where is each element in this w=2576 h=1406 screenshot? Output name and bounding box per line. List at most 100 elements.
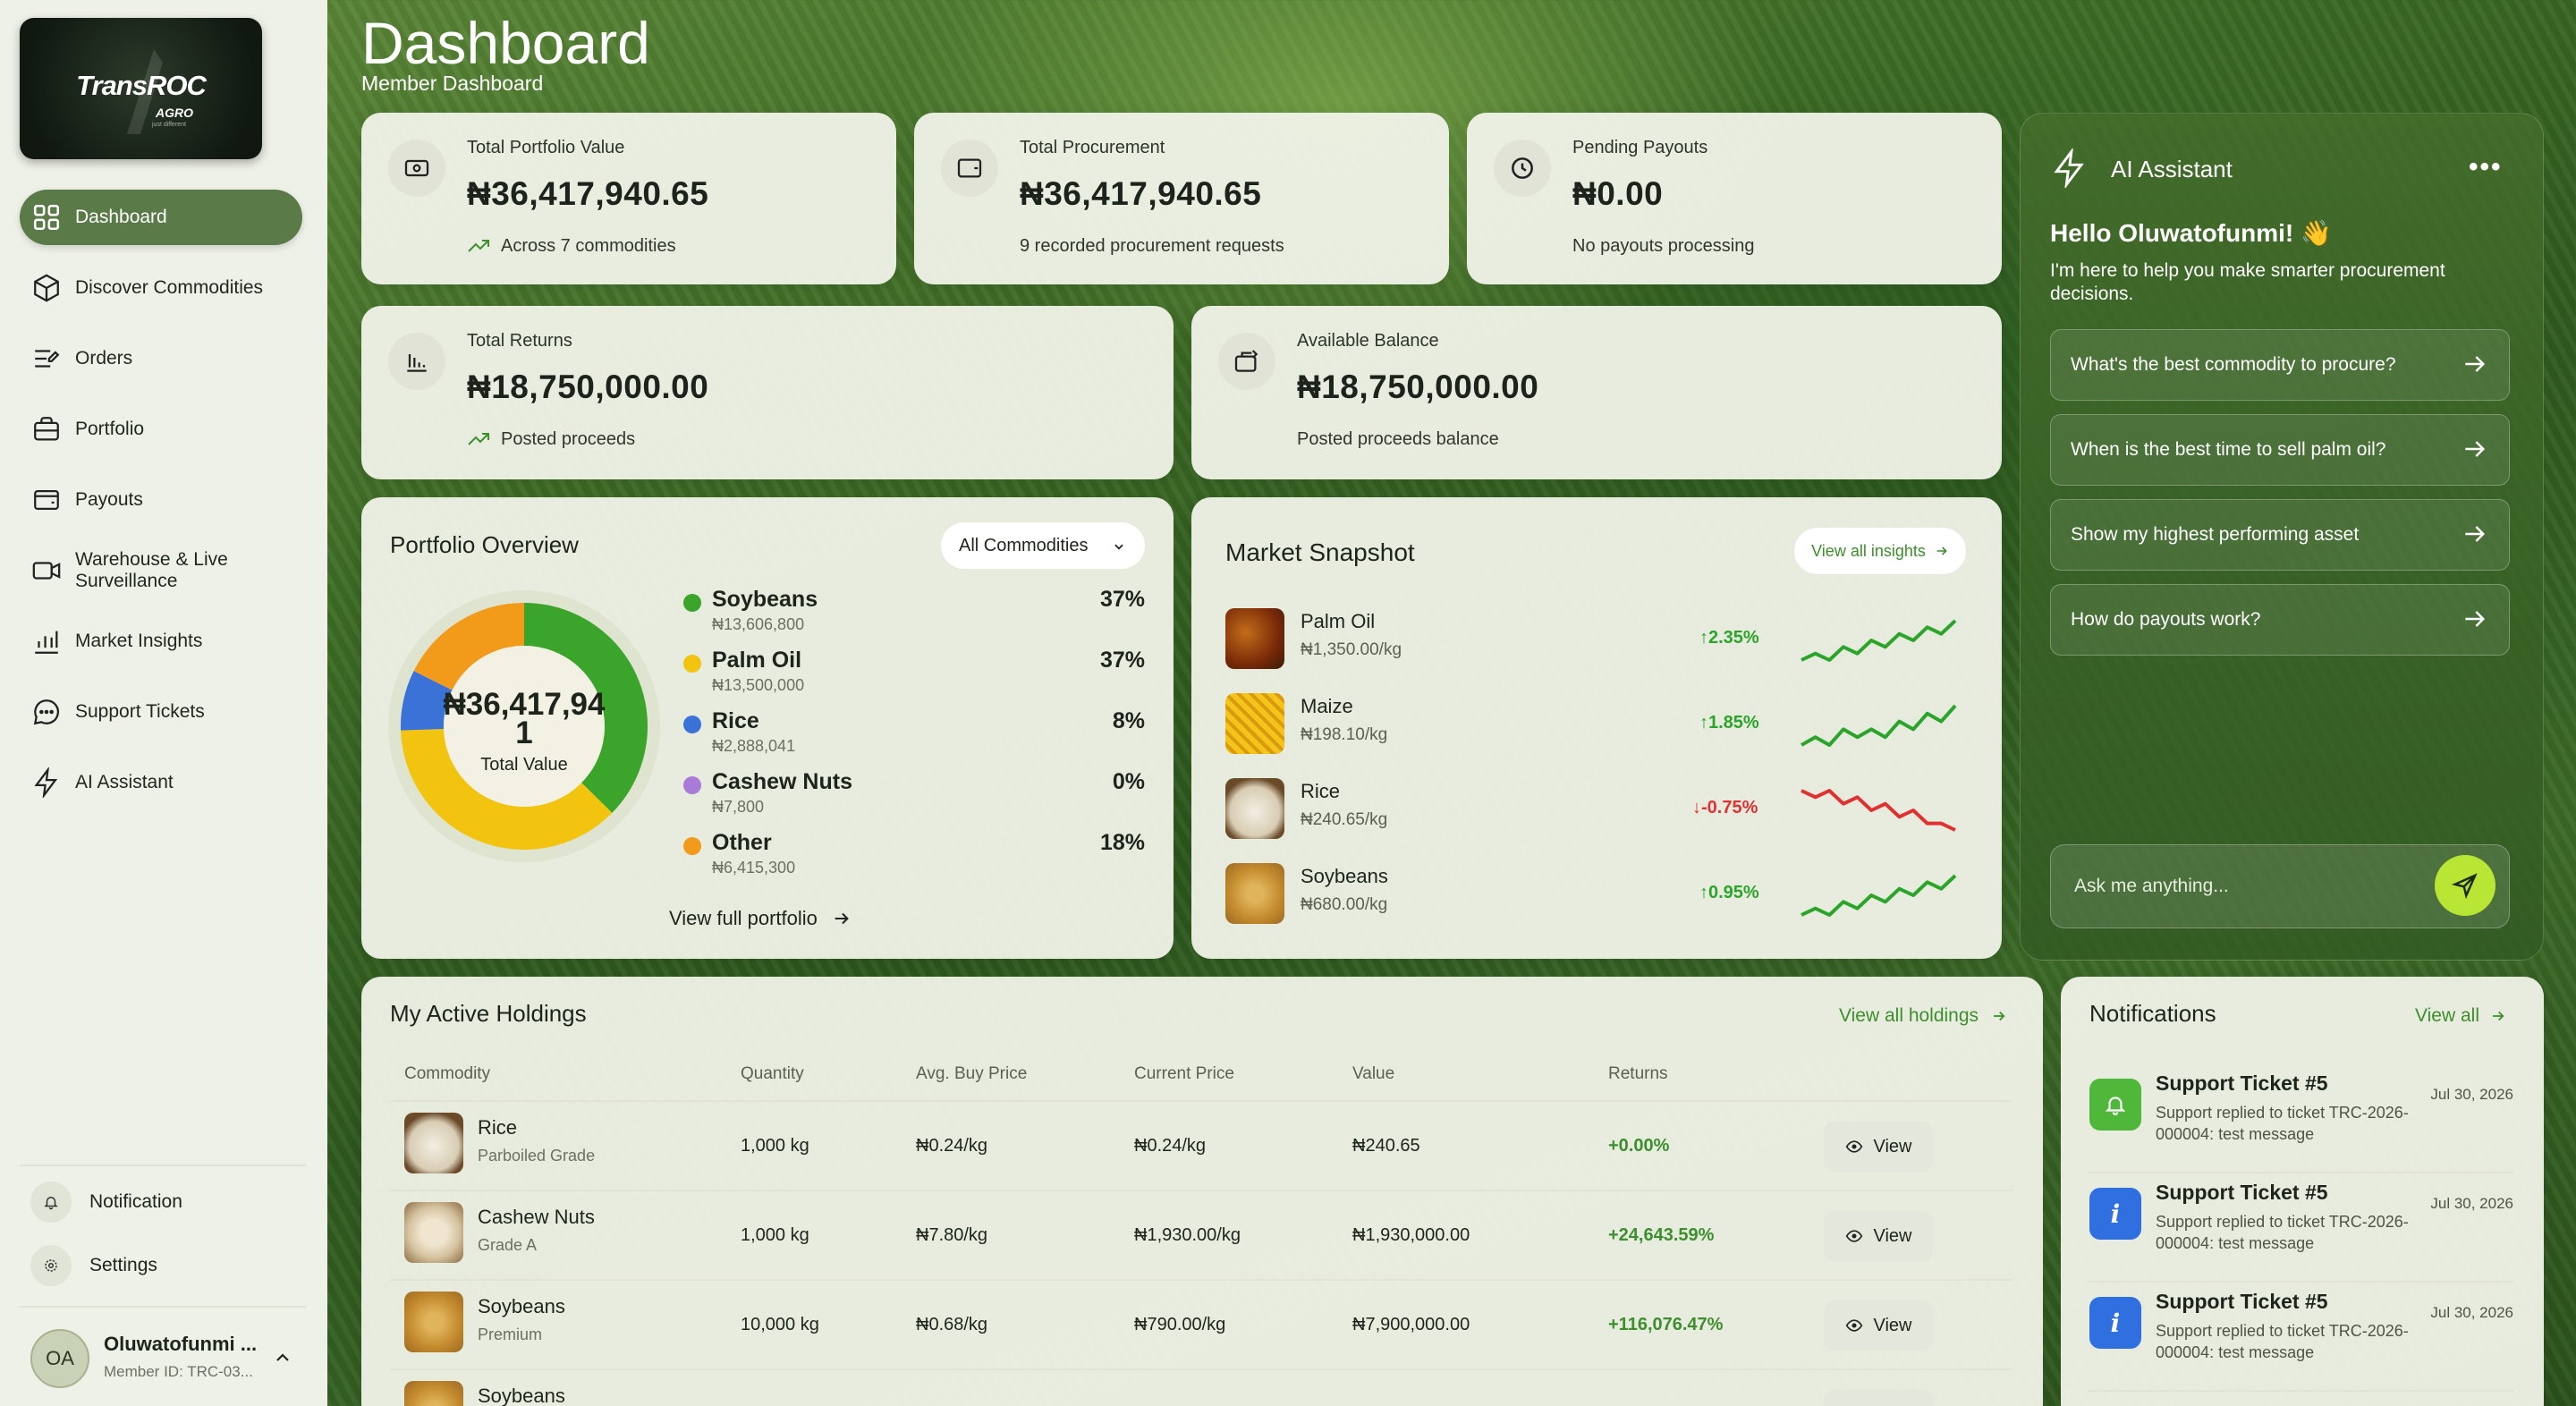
notification-item[interactable]: i Support Ticket #5 Support replied to t… (2088, 1283, 2513, 1392)
sparkline-path (1801, 619, 1957, 662)
view-all-insights-button[interactable]: View all insights (1794, 528, 1966, 574)
market-change-value: -0.75% (1701, 798, 1758, 817)
sidebar-item-label: Dashboard (75, 207, 167, 227)
soybeans-thumbnail (404, 1292, 463, 1352)
cashew-thumbnail (404, 1202, 463, 1263)
notification-title: Support Ticket #5 (2156, 1181, 2328, 1204)
ai-suggestion-button[interactable]: Show my highest performing asset (2050, 499, 2510, 571)
market-price: ₦1,350.00/kg (1301, 640, 1402, 659)
legend-name: Other (712, 830, 772, 855)
lightning-icon (2054, 148, 2084, 188)
commodity-filter-dropdown[interactable]: All Commodities (941, 522, 1145, 569)
table-row: Cashew Nuts Grade A 1,000 kg ₦7.80/kg ₦1… (390, 1190, 2012, 1279)
stat-note: Posted proceeds balance (1297, 429, 1499, 449)
logo-sub: AGRO (156, 106, 193, 120)
button-label: View (1873, 1225, 1912, 1246)
avatar[interactable]: OA (30, 1329, 89, 1388)
market-row[interactable]: Maize ₦198.10/kg ↑1.85% (1225, 693, 1968, 758)
notification-item[interactable]: Support Ticket #5 Support replied to tic… (2088, 1064, 2513, 1173)
sidebar-item-portfolio[interactable]: Portfolio (20, 402, 302, 457)
donut-center-value: ₦36,417,941 (443, 687, 606, 750)
ai-title: AI Assistant (2111, 156, 2233, 182)
legend-dot (683, 594, 701, 612)
market-name: Palm Oil (1301, 610, 1376, 632)
sidebar-item-orders[interactable]: Orders (20, 331, 302, 386)
view-button[interactable]: View (1824, 1300, 1933, 1351)
sidebar-item-ai-assistant[interactable]: AI Assistant (20, 755, 302, 810)
notification-item[interactable]: i Support Ticket #5 Support replied to t… (2088, 1173, 2513, 1283)
user-name: Oluwatofunmi ... (104, 1333, 258, 1355)
sparkline (1801, 619, 1957, 662)
view-button[interactable]: View (1824, 1122, 1933, 1172)
box-icon (29, 270, 64, 306)
market-change: ↓-0.75% (1692, 798, 1758, 818)
stat-label: Total Returns (467, 331, 572, 351)
stat-label: Total Portfolio Value (467, 138, 625, 157)
legend-dot (683, 716, 701, 733)
legend-item: Soybeans ₦13,606,800 37% (682, 587, 1145, 642)
clock-icon (1494, 140, 1551, 197)
ai-greeting: Hello Oluwatofunmi! 👋 (2050, 219, 2332, 247)
brand-logo[interactable]: TransROC AGRO just different (20, 18, 262, 159)
market-row[interactable]: Rice ₦240.65/kg ↓-0.75% (1225, 778, 1968, 843)
view-full-portfolio-link[interactable]: View full portfolio (669, 907, 852, 930)
wallet-refresh-icon (1218, 333, 1275, 390)
more-options-icon[interactable]: ••• (2469, 152, 2503, 182)
stat-label: Pending Payouts (1572, 138, 1708, 157)
holding-name: Soybeans (478, 1385, 565, 1406)
dropdown-value: All Commodities (959, 535, 1089, 555)
ai-suggestion-button[interactable]: How do payouts work? (2050, 584, 2510, 656)
legend-value: ₦13,606,800 (712, 615, 805, 633)
ai-suggestion-button[interactable]: What's the best commodity to procure? (2050, 329, 2510, 401)
sidebar: TransROC AGRO just different Dashboard D… (0, 0, 327, 1406)
info-icon: i (2089, 1188, 2141, 1240)
holding-name: Soybeans (478, 1295, 565, 1317)
chevron-up-icon[interactable] (272, 1347, 293, 1368)
suggestion-label: How do payouts work? (2071, 609, 2261, 630)
view-button[interactable] (1824, 1390, 1933, 1406)
market-change: ↑0.95% (1699, 883, 1759, 903)
sidebar-item-payouts[interactable]: Payouts (20, 472, 302, 528)
sidebar-item-settings[interactable]: Settings (30, 1243, 157, 1288)
column-header: Value (1352, 1064, 1395, 1083)
suggestion-label: Show my highest performing asset (2071, 524, 2360, 545)
view-button[interactable]: View (1824, 1211, 1933, 1261)
palm-oil-thumbnail (1225, 608, 1284, 669)
legend-name: Soybeans (712, 587, 818, 612)
legend-name: Cashew Nuts (712, 769, 852, 794)
market-change-value: 1.85% (1708, 713, 1759, 733)
stat-label: Total Procurement (1020, 138, 1165, 157)
member-id: Member ID: TRC-03... (104, 1363, 253, 1380)
stat-label: Available Balance (1297, 331, 1439, 351)
holding-avg-price: ₦0.24/kg (916, 1136, 988, 1156)
stat-card-procurement: Total Procurement ₦36,417,940.65 9 recor… (914, 113, 1449, 284)
sidebar-item-market-insights[interactable]: Market Insights (20, 614, 302, 669)
arrow-up-icon: ↑ (1699, 713, 1708, 733)
eye-icon (1845, 1140, 1862, 1153)
grid-icon (29, 199, 64, 235)
sidebar-divider (20, 1306, 306, 1308)
sidebar-item-warehouse[interactable]: Warehouse & Live Surveillance (20, 543, 302, 598)
market-change-value: 0.95% (1708, 883, 1759, 902)
view-all-holdings-link[interactable]: View all holdings (1839, 1005, 2007, 1027)
market-row[interactable]: Palm Oil ₦1,350.00/kg ↑2.35% (1225, 608, 1968, 673)
legend-item: Palm Oil ₦13,500,000 37% (682, 648, 1145, 703)
column-header: Returns (1608, 1064, 1668, 1083)
briefcase-icon (29, 411, 64, 447)
eye-icon (1845, 1230, 1862, 1242)
sidebar-item-discover-commodities[interactable]: Discover Commodities (20, 260, 302, 316)
arrow-right-icon (2465, 611, 2486, 627)
sidebar-item-support-tickets[interactable]: Support Tickets (20, 684, 302, 740)
sidebar-item-notification[interactable]: Notification (30, 1180, 182, 1224)
sidebar-item-dashboard[interactable]: Dashboard (20, 190, 302, 245)
market-change: ↑2.35% (1699, 628, 1759, 648)
stat-note: 9 recorded procurement requests (1020, 236, 1284, 256)
stat-card-portfolio: Total Portfolio Value ₦36,417,940.65 Acr… (361, 113, 896, 284)
soybeans-thumbnail (1225, 863, 1284, 924)
notification-date: Jul 30, 2026 (2430, 1304, 2513, 1321)
ai-suggestion-button[interactable]: When is the best time to sell palm oil? (2050, 414, 2510, 486)
market-row[interactable]: Soybeans ₦680.00/kg ↑0.95% (1225, 863, 1968, 927)
send-button[interactable] (2435, 855, 2496, 916)
view-all-notifications-link[interactable]: View all (2415, 1005, 2506, 1027)
sidebar-item-label: Discover Commodities (75, 277, 264, 298)
